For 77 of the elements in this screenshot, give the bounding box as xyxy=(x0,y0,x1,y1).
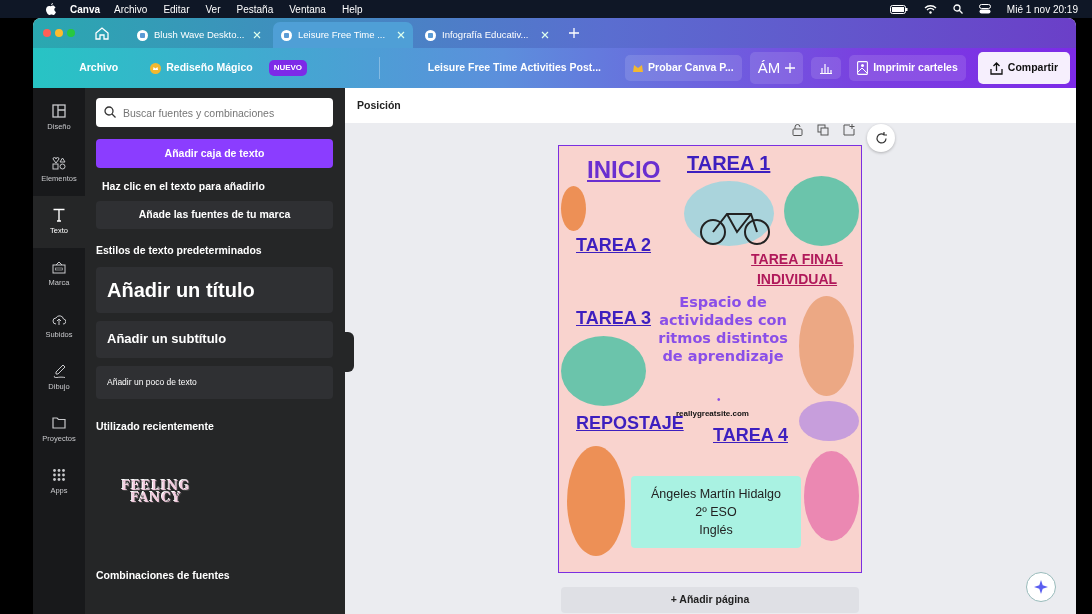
menu-item[interactable]: Pestaña xyxy=(236,1,274,17)
try-pro-button[interactable]: Probar Canva P... xyxy=(625,55,742,81)
add-textbox-button[interactable]: Añadir caja de texto xyxy=(96,139,333,168)
brand-fonts-button[interactable]: Añade las fuentes de tu marca xyxy=(96,200,333,229)
brand-kit-icon xyxy=(52,259,66,274)
menu-item[interactable]: Archivo xyxy=(114,1,148,17)
home-icon[interactable] xyxy=(95,26,109,40)
new-badge: NUEVO xyxy=(268,60,308,76)
search-icon[interactable] xyxy=(952,4,963,14)
insights-button[interactable] xyxy=(811,57,842,79)
collaborator-button[interactable]: ÁM xyxy=(749,51,804,85)
refresh-icon xyxy=(874,131,888,145)
menu-item[interactable]: Ver xyxy=(205,1,221,17)
text-style-option[interactable]: Añadir un poco de texto xyxy=(96,365,333,399)
poster-icon xyxy=(857,61,869,75)
crown-icon xyxy=(633,64,644,72)
poster-link[interactable]: TAREA FINAL INDIVIDUAL xyxy=(737,250,857,290)
poster-link[interactable]: TAREA 4 xyxy=(713,426,788,444)
browser-tab[interactable]: Infografía Educativ... xyxy=(417,22,557,48)
share-icon xyxy=(989,61,1003,75)
close-icon[interactable] xyxy=(397,31,405,39)
print-button[interactable]: Imprimir carteles xyxy=(849,55,966,81)
share-button[interactable]: Compartir xyxy=(977,52,1070,84)
text-style-option[interactable]: Añadir un subtítulo xyxy=(96,320,333,358)
page-icon xyxy=(425,29,436,41)
author-line: Ángeles Martín Hidalgo xyxy=(651,485,781,503)
website-text: reallygreatsite.com xyxy=(676,408,749,418)
section-title: Estilos de texto predeterminados xyxy=(96,242,263,258)
crown-icon xyxy=(150,62,162,74)
poster-link[interactable]: TAREA 2 xyxy=(576,236,651,254)
close-icon[interactable] xyxy=(541,31,549,39)
menu-item[interactable]: Ventana xyxy=(289,1,326,17)
decoration-blob xyxy=(799,401,859,441)
position-button[interactable]: Posición xyxy=(345,88,1076,123)
duplicate-icon[interactable] xyxy=(817,124,829,136)
lock-icon[interactable] xyxy=(792,124,803,136)
poster-title: Espacio de actividades con ritmos distintos de aprendizaje xyxy=(657,293,789,366)
poster-bullet: • xyxy=(717,393,721,407)
page-icon xyxy=(281,29,292,41)
pen-icon xyxy=(52,363,66,378)
apple-icon[interactable] xyxy=(46,3,56,15)
refresh-button[interactable] xyxy=(867,124,895,152)
poster-link[interactable]: TAREA 1 xyxy=(687,153,771,173)
new-tab-icon[interactable] xyxy=(569,28,579,38)
folder-icon xyxy=(52,415,66,430)
decoration-blob xyxy=(561,186,586,231)
menu-item[interactable]: Editar xyxy=(163,1,190,17)
toggle-icon[interactable] xyxy=(978,4,991,14)
text-style-option[interactable]: Añadir un título xyxy=(96,266,333,313)
sparkle-icon xyxy=(1034,580,1048,594)
poster-link[interactable]: INICIO xyxy=(587,158,661,182)
battery-icon[interactable] xyxy=(889,4,908,14)
font-sample[interactable]: FEELING FANCY xyxy=(106,480,206,505)
section-title: Utilizado recientemente xyxy=(96,418,215,434)
plus-icon xyxy=(785,63,796,73)
search-icon xyxy=(104,106,116,118)
close-icon[interactable] xyxy=(253,31,261,39)
collapse-handle[interactable] xyxy=(345,332,354,372)
add-page-button[interactable]: + Añadir página xyxy=(561,587,859,613)
apps-grid-icon xyxy=(52,467,66,482)
wifi-icon[interactable] xyxy=(923,4,937,14)
text-icon xyxy=(52,207,66,222)
app-menu[interactable]: Canva xyxy=(70,1,100,17)
poster-link[interactable]: TAREA 3 xyxy=(576,309,651,327)
search-field[interactable]: Buscar fuentes y combinaciones xyxy=(96,98,333,127)
clock[interactable]: Mié 1 nov 20:19 xyxy=(1006,1,1078,17)
add-page-icon[interactable] xyxy=(843,124,855,136)
bar-chart-icon xyxy=(819,62,834,74)
magic-assistant-button[interactable] xyxy=(1026,572,1056,602)
author-line: Inglés xyxy=(699,522,733,540)
section-title: Combinaciones de fuentes xyxy=(96,568,231,584)
layout-icon xyxy=(52,103,66,118)
page-icon xyxy=(137,29,148,41)
author-line: 2º ESO xyxy=(695,503,737,521)
menu-item[interactable]: Help xyxy=(341,1,363,17)
hint-text: Haz clic en el texto para añadirlo xyxy=(102,179,266,194)
shapes-icon xyxy=(52,155,66,170)
